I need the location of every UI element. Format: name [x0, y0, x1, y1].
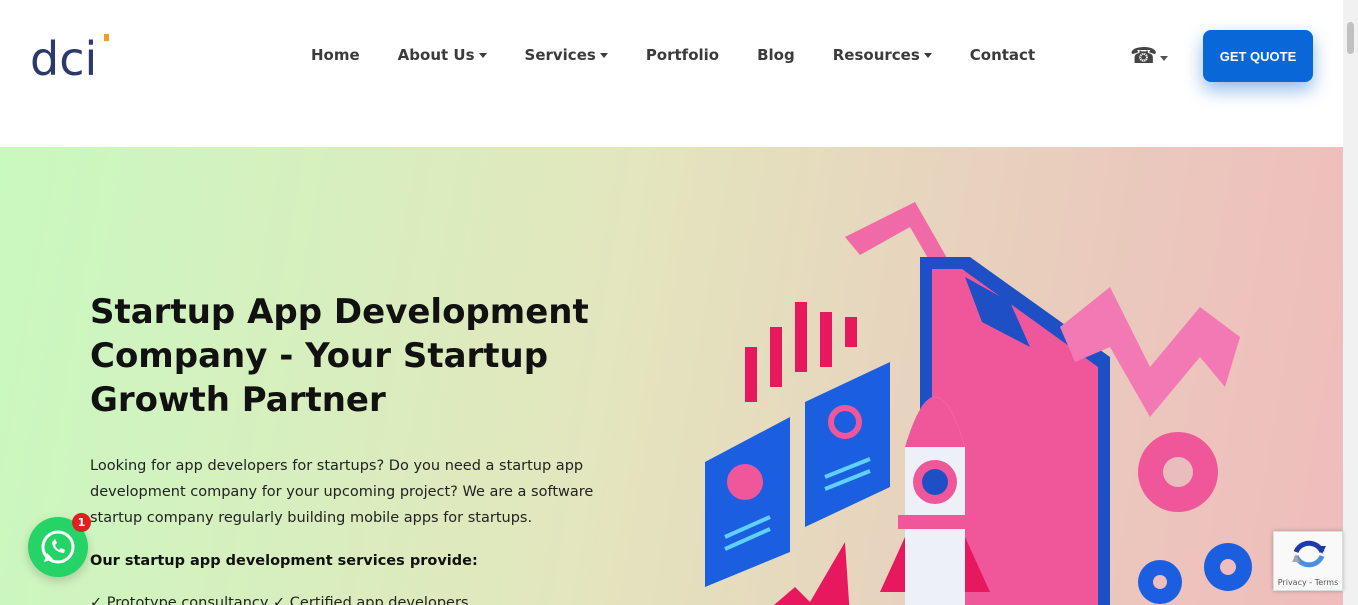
- nav-services[interactable]: Services: [525, 46, 608, 64]
- lightbulb-icon: [727, 464, 763, 500]
- caret-down-icon: [478, 52, 487, 58]
- notification-badge: 1: [72, 513, 91, 532]
- gear-icon: [1138, 543, 1252, 604]
- services-list: ✓ Prototype consultancy ✓ Certified app …: [90, 595, 469, 605]
- nav-resources-label: Resources: [832, 46, 920, 64]
- nav-about-us-label: About Us: [397, 46, 475, 64]
- caret-down-icon: [923, 52, 932, 58]
- main-nav: Home About Us Services Portfolio Blog Re…: [311, 46, 1073, 64]
- startup-rocket-illustration: [705, 202, 1252, 605]
- nav-home-label: Home: [311, 46, 360, 64]
- dci-logo[interactable]: dci: [30, 28, 114, 80]
- caret-down-icon: [599, 52, 608, 58]
- recaptcha-badge[interactable]: Privacy - Terms: [1273, 531, 1343, 591]
- page-scrollbar[interactable]: [1343, 0, 1358, 605]
- nav-portfolio[interactable]: Portfolio: [646, 46, 719, 64]
- nav-home[interactable]: Home: [311, 46, 360, 64]
- hero-description: Looking for app developers for startups?…: [90, 458, 594, 526]
- hero-subheading: Our startup app development services pro…: [90, 553, 478, 569]
- recaptcha-links: Privacy - Terms: [1277, 578, 1339, 587]
- nav-contact-label: Contact: [969, 46, 1036, 64]
- recaptcha-icon: [1292, 540, 1326, 568]
- logo-text: dci: [30, 32, 97, 80]
- caret-down-icon: [1160, 56, 1169, 61]
- get-quote-button[interactable]: GET QUOTE: [1203, 30, 1313, 82]
- nav-portfolio-label: Portfolio: [645, 46, 720, 64]
- nav-services-label: Services: [524, 46, 596, 64]
- hero-section: Startup App Development Company - Your S…: [0, 147, 1343, 605]
- nav-resources[interactable]: Resources: [833, 46, 932, 64]
- nav-about-us[interactable]: About Us: [398, 46, 487, 64]
- nav-contact[interactable]: Contact: [970, 46, 1035, 64]
- site-header: dci Home About Us Services Portfolio Blo…: [0, 0, 1343, 147]
- nav-blog-label: Blog: [757, 46, 795, 64]
- telephone-icon: ☎: [1130, 44, 1158, 69]
- hero-title: Startup App Development Company - Your S…: [90, 292, 589, 420]
- nav-blog[interactable]: Blog: [757, 46, 795, 64]
- scrollbar-thumb[interactable]: [1347, 22, 1354, 54]
- phone-dropdown[interactable]: ☎: [1130, 44, 1169, 69]
- gear-icon: [1138, 432, 1218, 512]
